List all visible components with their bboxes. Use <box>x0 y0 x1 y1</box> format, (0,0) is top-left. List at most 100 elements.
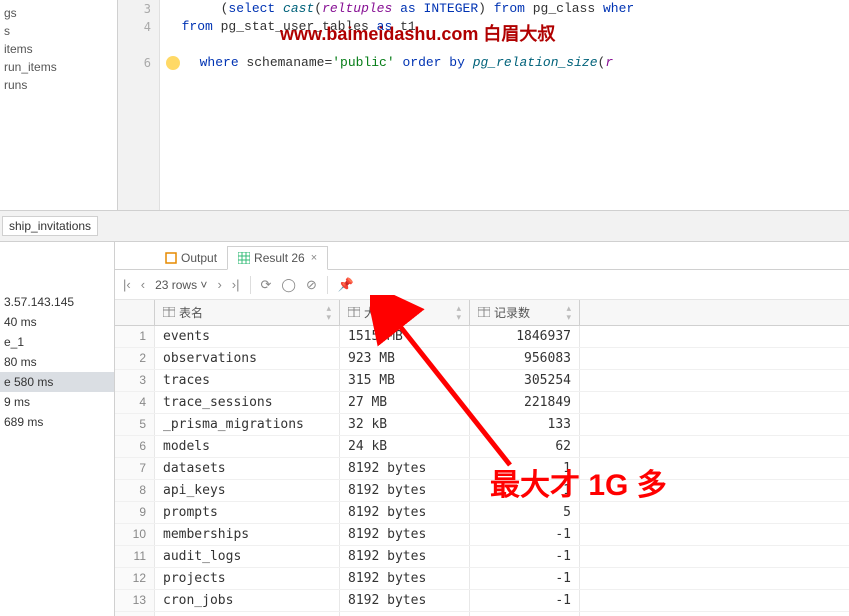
column-header-count[interactable]: 记录数 ▴▾ <box>470 300 580 325</box>
cell-size[interactable]: 32 kB <box>340 414 470 435</box>
cell-name[interactable]: api_keys <box>155 480 340 501</box>
cell-name[interactable]: observations <box>155 348 340 369</box>
cell-size[interactable]: 8192 bytes <box>340 480 470 501</box>
cell-name[interactable]: traces <box>155 370 340 391</box>
cell-name[interactable]: models <box>155 436 340 457</box>
cell-size[interactable]: 8192 bytes <box>340 502 470 523</box>
table-row[interactable]: 13cron_jobs8192 bytes-1 <box>115 590 849 612</box>
cell-name[interactable]: audit_logs <box>155 546 340 567</box>
cell-count[interactable]: 133 <box>470 414 580 435</box>
rows-count-label[interactable]: 23 rows ˅ <box>155 278 207 292</box>
cell-count[interactable]: -1 <box>470 546 580 567</box>
conn-item[interactable]: e 580 ms <box>0 372 114 392</box>
cell-size[interactable]: 8192 bytes <box>340 458 470 479</box>
pin-button[interactable]: 📌 <box>338 277 354 293</box>
cell-count[interactable]: 956083 <box>470 348 580 369</box>
cell-name[interactable]: projects <box>155 568 340 589</box>
grid-body[interactable]: 1events1515 MB18469372observations923 MB… <box>115 326 849 616</box>
code-content[interactable]: (select cast(reltuples as INTEGER) from … <box>160 0 849 72</box>
editor-gutter: 3 4 6 <box>118 0 160 210</box>
close-icon[interactable]: × <box>311 252 317 264</box>
conn-item[interactable]: 3.57.143.145 <box>0 292 114 312</box>
mid-band: ship_invitations <box>0 210 849 242</box>
sort-icon[interactable]: ▴▾ <box>326 304 331 322</box>
tree-item[interactable]: run_items <box>0 58 117 76</box>
cell-name[interactable]: membership invitations <box>155 612 340 616</box>
tree-item[interactable]: s <box>0 22 117 40</box>
table-row[interactable]: 4trace_sessions27 MB221849 <box>115 392 849 414</box>
conn-item[interactable]: 689 ms <box>0 412 114 432</box>
first-page-button[interactable]: |‹ <box>123 277 131 292</box>
conn-item[interactable]: 9 ms <box>0 392 114 412</box>
table-row[interactable]: 10memberships8192 bytes-1 <box>115 524 849 546</box>
table-row[interactable]: 11audit_logs8192 bytes-1 <box>115 546 849 568</box>
table-row[interactable]: 6models24 kB62 <box>115 436 849 458</box>
cell-name[interactable]: datasets <box>155 458 340 479</box>
cancel-button[interactable]: ⊘ <box>306 277 317 293</box>
cell-size[interactable]: 315 MB <box>340 370 470 391</box>
db-tree-sidebar[interactable]: gs s items run_items runs <box>0 0 118 210</box>
cell-size[interactable]: 8192 bytes <box>340 546 470 567</box>
cell-name[interactable]: cron_jobs <box>155 590 340 611</box>
cell-size[interactable]: 1515 MB <box>340 326 470 347</box>
tree-item[interactable]: items <box>0 40 117 58</box>
object-chip[interactable]: ship_invitations <box>2 216 98 236</box>
table-row[interactable]: 7datasets8192 bytes1 <box>115 458 849 480</box>
conn-item[interactable]: e_1 <box>0 332 114 352</box>
cell-count[interactable]: 221849 <box>470 392 580 413</box>
conn-item[interactable]: 80 ms <box>0 352 114 372</box>
table-row[interactable]: 9prompts8192 bytes5 <box>115 502 849 524</box>
table-row[interactable]: 12projects8192 bytes-1 <box>115 568 849 590</box>
connection-history-panel[interactable]: 3.57.143.145 40 ms e_1 80 ms e 580 ms 9 … <box>0 242 115 616</box>
cell-name[interactable]: trace_sessions <box>155 392 340 413</box>
cell-size[interactable]: 8192 bytes <box>340 568 470 589</box>
cell-count[interactable]: -1 <box>470 590 580 611</box>
conn-item[interactable]: 40 ms <box>0 312 114 332</box>
tree-item[interactable]: gs <box>0 4 117 22</box>
table-row[interactable]: 3traces315 MB305254 <box>115 370 849 392</box>
cell-count[interactable]: 1846937 <box>470 326 580 347</box>
cell-name[interactable]: events <box>155 326 340 347</box>
sort-icon[interactable]: ▴▾ <box>456 304 461 322</box>
next-page-button[interactable]: › <box>217 277 221 292</box>
last-page-button[interactable]: ›| <box>232 277 240 292</box>
results-area: 3.57.143.145 40 ms e_1 80 ms e 580 ms 9 … <box>0 242 849 616</box>
column-header-size[interactable]: 大小 ▴▾ <box>340 300 470 325</box>
cell-name[interactable]: prompts <box>155 502 340 523</box>
cell-size[interactable]: 8192 bytes <box>340 612 470 616</box>
cell-count[interactable]: 1 <box>470 458 580 479</box>
cell-count[interactable]: 1 <box>470 480 580 501</box>
cell-name[interactable]: memberships <box>155 524 340 545</box>
cell-size[interactable]: 923 MB <box>340 348 470 369</box>
cell-size[interactable]: 8192 bytes <box>340 524 470 545</box>
table-row[interactable]: 5_prisma_migrations32 kB133 <box>115 414 849 436</box>
sort-icon[interactable]: ▴▾ <box>566 304 571 322</box>
sql-editor[interactable]: 3 4 6 (select cast(reltuples as INTEGER)… <box>118 0 849 210</box>
cell-count[interactable]: 305254 <box>470 370 580 391</box>
cell-size[interactable]: 24 kB <box>340 436 470 457</box>
tree-item[interactable]: runs <box>0 76 117 94</box>
cell-count[interactable]: -1 <box>470 612 580 616</box>
table-row[interactable]: 1events1515 MB1846937 <box>115 326 849 348</box>
table-row[interactable]: 8api_keys8192 bytes1 <box>115 480 849 502</box>
cell-count[interactable]: -1 <box>470 568 580 589</box>
tab-output[interactable]: Output <box>155 247 227 269</box>
data-grid[interactable]: 表名 ▴▾ 大小 ▴▾ 记录数 ▴▾ 1events1515 MB1846937… <box>115 300 849 616</box>
table-row[interactable]: 2observations923 MB956083 <box>115 348 849 370</box>
cell-size[interactable]: 8192 bytes <box>340 590 470 611</box>
lightbulb-icon[interactable] <box>166 56 180 70</box>
cell-size[interactable]: 27 MB <box>340 392 470 413</box>
row-number: 6 <box>115 436 155 457</box>
reload-button[interactable]: ⟳ <box>261 277 272 293</box>
prev-page-button[interactable]: ‹ <box>141 277 145 292</box>
line-number: 4 <box>118 18 159 36</box>
stop-button[interactable]: ◯ <box>281 277 296 293</box>
cell-count[interactable]: -1 <box>470 524 580 545</box>
table-row[interactable]: 14membership invitations8192 bytes-1 <box>115 612 849 616</box>
cell-count[interactable]: 5 <box>470 502 580 523</box>
rownum-header <box>115 300 155 325</box>
cell-name[interactable]: _prisma_migrations <box>155 414 340 435</box>
column-header-name[interactable]: 表名 ▴▾ <box>155 300 340 325</box>
tab-result[interactable]: Result 26 × <box>227 246 328 270</box>
cell-count[interactable]: 62 <box>470 436 580 457</box>
